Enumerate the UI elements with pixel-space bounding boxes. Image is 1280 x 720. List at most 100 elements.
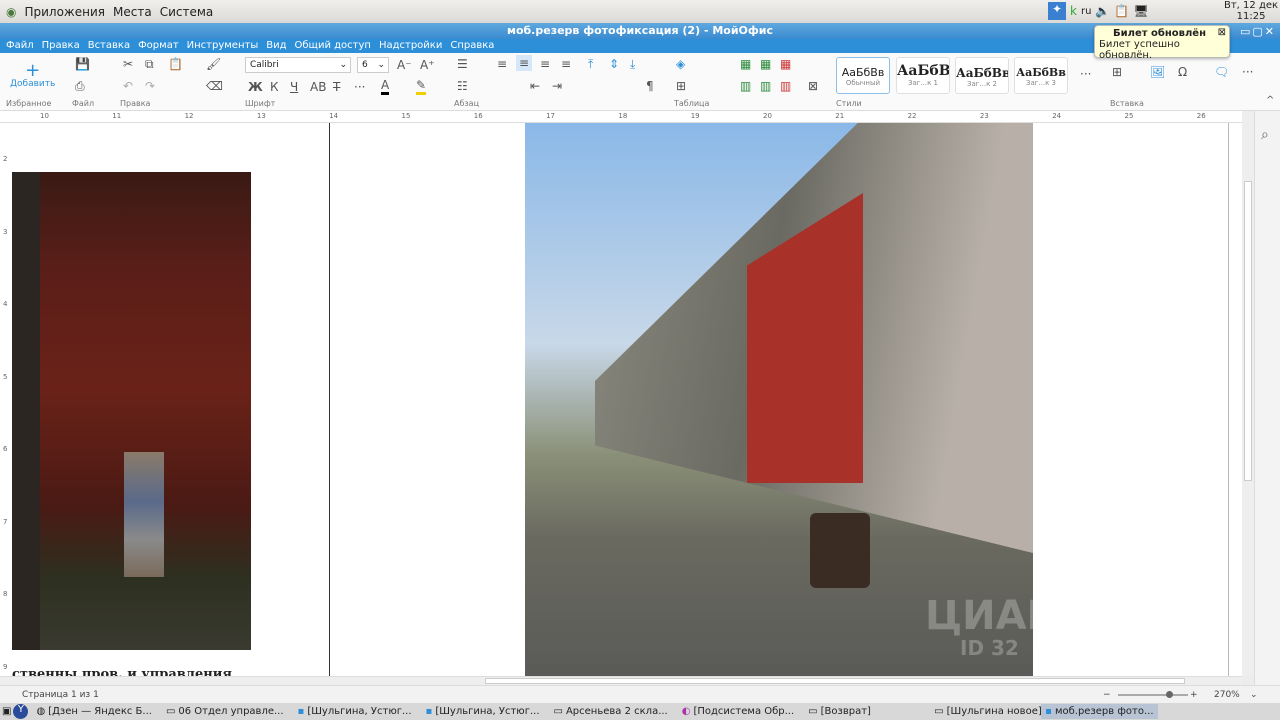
page-boundary xyxy=(329,123,330,676)
italic-button[interactable]: К xyxy=(270,80,279,94)
volume-icon[interactable]: 🔈 xyxy=(1095,4,1110,18)
menu-file[interactable]: Файл xyxy=(6,39,34,53)
menu-help[interactable]: Справка xyxy=(450,39,494,53)
horizontal-scrollbar[interactable] xyxy=(0,676,1242,685)
close-icon[interactable]: ⊠ xyxy=(1218,27,1226,38)
task-vozvrat[interactable]: ▭ [Возврат] xyxy=(804,704,924,719)
ruler-tick: 24 xyxy=(1052,112,1062,120)
zoom-level[interactable]: 270% xyxy=(1214,686,1240,704)
caps-button[interactable]: АВ xyxy=(310,80,326,94)
insert-row-below-icon[interactable]: ▦ xyxy=(760,57,771,71)
task-dzen[interactable]: ◍ [Дзен — Яндекс Б... xyxy=(32,704,155,719)
decrease-font-icon[interactable]: A⁺ xyxy=(420,58,435,72)
network-icon[interactable]: 🖥 xyxy=(1133,4,1148,18)
strikethrough-button[interactable]: Т xyxy=(333,80,340,94)
collapse-ribbon-icon[interactable]: ^ xyxy=(1266,95,1274,106)
borders-icon[interactable]: ⊞ xyxy=(676,79,686,93)
delete-row-icon[interactable]: ▦ xyxy=(780,57,791,71)
more-styles-icon[interactable]: ··· xyxy=(1080,67,1091,81)
align-middle-icon[interactable]: ⇕ xyxy=(609,57,619,71)
photo-red-gate-woman[interactable] xyxy=(12,172,251,650)
clear-format-icon[interactable]: ⌫ xyxy=(206,79,223,93)
menu-format[interactable]: Формат xyxy=(138,39,179,53)
print-icon[interactable]: ⎙ xyxy=(75,79,85,94)
paste-icon[interactable]: 📋 xyxy=(168,57,183,71)
task-folder-06[interactable]: ▭ 06 Отдел управле... xyxy=(162,704,288,719)
tray-app-icon[interactable]: k xyxy=(1070,4,1077,18)
font-size-select[interactable]: 6 ⌄ xyxy=(357,57,389,73)
task-podsistema[interactable]: ◐ [Подсистема Обр... xyxy=(678,704,798,719)
chevron-down-icon[interactable]: ⌄ xyxy=(1250,686,1258,704)
menu-system[interactable]: Система xyxy=(160,5,214,19)
font-name-select[interactable]: Calibri ⌄ xyxy=(245,57,351,73)
menu-insert[interactable]: Вставка xyxy=(88,39,130,53)
copy-icon[interactable]: ⧉ xyxy=(145,57,154,72)
highlight-icon[interactable]: ✎ xyxy=(416,78,427,95)
task-shulgina-new[interactable]: ▭ [Шульгина новое] xyxy=(930,704,1042,719)
insert-table-icon[interactable]: ⊞ xyxy=(1112,65,1122,79)
vertical-scrollbar[interactable] xyxy=(1242,111,1254,676)
font-color-icon[interactable]: A xyxy=(381,78,390,95)
task-current-doc[interactable]: ▪ моб.резерв фото... xyxy=(1041,704,1158,719)
style-heading-1[interactable]: АаБбВ Заг...к 1 xyxy=(896,57,950,94)
justify-icon[interactable]: ≡ xyxy=(561,57,571,71)
menu-addons[interactable]: Надстройки xyxy=(379,39,442,53)
add-button[interactable]: + Добавить xyxy=(10,62,55,90)
menu-edit[interactable]: Правка xyxy=(42,39,80,53)
insert-image-icon[interactable]: 🖼 xyxy=(1150,65,1165,79)
menu-applications[interactable]: Приложения xyxy=(24,5,105,19)
clock[interactable]: Вт, 12 дек 11:25 xyxy=(1224,0,1278,22)
search-icon[interactable]: ⌕ xyxy=(1261,127,1269,143)
cut-icon[interactable]: ✂ xyxy=(123,57,133,71)
task-shulgina-2[interactable]: ▪ [Шульгина, Устюг... xyxy=(422,704,544,719)
zoom-slider[interactable] xyxy=(1118,691,1188,698)
save-icon[interactable]: 💾 xyxy=(75,57,90,71)
menu-places[interactable]: Места xyxy=(113,5,152,19)
more-insert-icon[interactable]: ··· xyxy=(1242,65,1253,79)
numbered-list-icon[interactable]: ☷ xyxy=(457,79,468,93)
window-controls[interactable]: ▭▢✕ xyxy=(1240,24,1276,40)
zoom-out-button[interactable]: − xyxy=(1103,686,1111,704)
document-canvas[interactable]: 2 3 4 5 6 7 8 9 ЦИАН ID 32 ственны пров. и упра… xyxy=(0,123,1242,676)
style-normal[interactable]: АаБбВв Обычный xyxy=(836,57,890,94)
menu-sharing[interactable]: Общий доступ xyxy=(295,39,371,53)
insert-comment-icon[interactable]: 🗨 xyxy=(1214,65,1229,79)
bullet-list-icon[interactable]: ☰ xyxy=(457,57,468,71)
photo-warehouse-building[interactable]: ЦИАН ID 32 xyxy=(525,123,1033,676)
gosuslugi-tray-icon[interactable]: ✦ xyxy=(1048,2,1066,20)
tray-lang[interactable]: ru xyxy=(1081,6,1091,17)
clipboard-icon[interactable]: 📋 xyxy=(1114,4,1129,18)
underline-button[interactable]: Ч xyxy=(290,80,298,94)
task-arsenyeva[interactable]: ▭ Арсеньева 2 скла... xyxy=(550,704,672,719)
zoom-in-button[interactable]: + xyxy=(1190,686,1198,704)
increase-indent-icon[interactable]: ⇥ xyxy=(552,79,562,93)
undo-icon[interactable]: ↶ xyxy=(123,79,133,93)
insert-col-left-icon[interactable]: ▥ xyxy=(740,79,751,93)
pilcrow-icon[interactable]: ¶ xyxy=(646,79,654,93)
menu-tools[interactable]: Инструменты xyxy=(187,39,259,53)
redo-icon[interactable]: ↷ xyxy=(145,79,155,93)
align-top-icon[interactable]: ⤒ xyxy=(588,57,593,72)
yandex-icon[interactable]: Y xyxy=(13,704,29,719)
align-left-icon[interactable]: ≡ xyxy=(497,57,507,71)
delete-table-icon[interactable]: ⊠ xyxy=(808,79,818,93)
align-right-icon[interactable]: ≡ xyxy=(540,57,550,71)
show-desktop-icon[interactable]: ▣ xyxy=(2,706,11,717)
align-bottom-icon[interactable]: ⤓ xyxy=(630,57,635,72)
insert-row-above-icon[interactable]: ▦ xyxy=(740,57,751,71)
style-heading-3[interactable]: АаБбВв Заг...к 3 xyxy=(1014,57,1068,94)
menu-view[interactable]: Вид xyxy=(266,39,286,53)
delete-col-icon[interactable]: ▥ xyxy=(780,79,791,93)
decrease-indent-icon[interactable]: ⇤ xyxy=(530,79,540,93)
insert-col-right-icon[interactable]: ▥ xyxy=(760,79,771,93)
notification-toast[interactable]: Билет обновлён Билет успешно обновлён. ⊠ xyxy=(1094,25,1230,61)
fill-color-icon[interactable]: ◈ xyxy=(676,57,685,71)
style-heading-2[interactable]: АаБбВв Заг...к 2 xyxy=(955,57,1009,94)
bold-button[interactable]: Ж xyxy=(248,80,263,94)
align-center-icon[interactable]: ≡ xyxy=(516,55,533,71)
task-shulgina-1[interactable]: ▪ [Шульгина, Устюг... xyxy=(294,704,416,719)
format-painter-icon[interactable]: 🖌 xyxy=(206,57,221,71)
more-font-button[interactable]: ··· xyxy=(354,80,365,94)
increase-font-icon[interactable]: A⁻ xyxy=(397,58,412,72)
insert-symbol-icon[interactable]: Ω xyxy=(1178,65,1187,79)
